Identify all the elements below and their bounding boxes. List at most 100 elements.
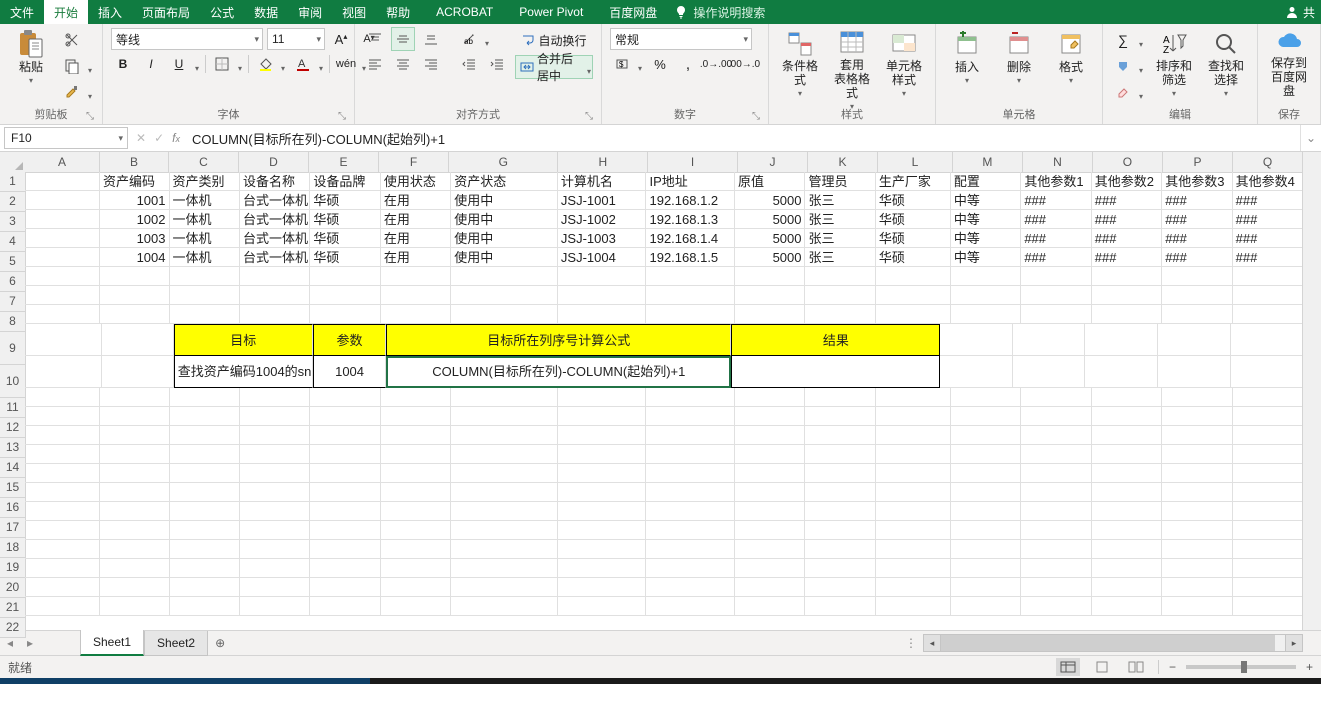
cell[interactable] bbox=[735, 502, 805, 521]
save-baidu-button[interactable]: 保存到 百度网盘 bbox=[1266, 28, 1312, 98]
enter-formula-button[interactable]: ✓ bbox=[154, 131, 164, 145]
copy-button[interactable] bbox=[60, 54, 94, 78]
cell[interactable] bbox=[1233, 445, 1303, 464]
cell[interactable] bbox=[451, 521, 558, 540]
cell[interactable] bbox=[25, 407, 100, 426]
cell[interactable] bbox=[805, 521, 875, 540]
sheet-tab-1[interactable]: Sheet1 bbox=[80, 630, 144, 656]
cell[interactable] bbox=[1092, 483, 1162, 502]
cell[interactable]: 资产状态 bbox=[451, 172, 558, 191]
cell[interactable] bbox=[1162, 286, 1232, 305]
cell[interactable] bbox=[240, 407, 310, 426]
row-header-20[interactable]: 20 bbox=[0, 578, 25, 598]
cell[interactable] bbox=[558, 445, 647, 464]
cell[interactable]: ### bbox=[1233, 248, 1303, 267]
cell[interactable] bbox=[805, 597, 875, 616]
cell[interactable] bbox=[170, 388, 240, 407]
cell[interactable] bbox=[381, 445, 451, 464]
cell[interactable] bbox=[100, 426, 170, 445]
cell[interactable] bbox=[735, 388, 805, 407]
cell[interactable] bbox=[25, 388, 100, 407]
row-headers[interactable]: 12345678910111213141516171819202122 bbox=[0, 172, 26, 638]
cell[interactable] bbox=[735, 305, 805, 324]
cell[interactable] bbox=[100, 483, 170, 502]
cell[interactable] bbox=[1233, 483, 1303, 502]
cell[interactable] bbox=[876, 559, 951, 578]
cell[interactable] bbox=[735, 521, 805, 540]
cell[interactable] bbox=[1162, 305, 1232, 324]
col-header-O[interactable]: O bbox=[1093, 152, 1163, 172]
cell[interactable] bbox=[951, 286, 1021, 305]
cell[interactable] bbox=[1021, 267, 1091, 286]
cell[interactable]: 一体机 bbox=[170, 248, 240, 267]
cell[interactable]: IP地址 bbox=[646, 172, 735, 191]
share-label[interactable]: 共 bbox=[1303, 4, 1315, 21]
tab-file[interactable]: 文件 bbox=[0, 0, 44, 24]
cell[interactable] bbox=[240, 445, 310, 464]
page-break-view-button[interactable] bbox=[1124, 658, 1148, 676]
cell[interactable]: 中等 bbox=[951, 210, 1021, 229]
tab-scroll-left[interactable]: ◂ bbox=[7, 636, 13, 650]
cell[interactable] bbox=[170, 483, 240, 502]
cell[interactable] bbox=[170, 407, 240, 426]
cell[interactable] bbox=[558, 286, 647, 305]
tab-data[interactable]: 数据 bbox=[244, 0, 288, 24]
row-header-11[interactable]: 11 bbox=[0, 398, 25, 418]
tab-formulas[interactable]: 公式 bbox=[200, 0, 244, 24]
cell[interactable] bbox=[876, 521, 951, 540]
cell[interactable]: 资产编码 bbox=[100, 172, 170, 191]
cell[interactable] bbox=[451, 597, 558, 616]
borders-button[interactable] bbox=[210, 52, 244, 76]
cell[interactable]: 1003 bbox=[100, 229, 170, 248]
row-header-1[interactable]: 1 bbox=[0, 172, 25, 192]
cell[interactable] bbox=[951, 502, 1021, 521]
cell[interactable]: 华硕 bbox=[310, 248, 380, 267]
cell[interactable] bbox=[381, 540, 451, 559]
cell[interactable] bbox=[310, 426, 380, 445]
row-header-12[interactable]: 12 bbox=[0, 418, 25, 438]
col-header-B[interactable]: B bbox=[100, 152, 169, 172]
cell[interactable] bbox=[646, 597, 735, 616]
cell[interactable]: 参数 bbox=[313, 324, 387, 356]
cell[interactable] bbox=[381, 597, 451, 616]
decrease-indent-button[interactable] bbox=[457, 52, 481, 76]
cell[interactable] bbox=[646, 483, 735, 502]
cell[interactable]: 查找资产编码1004的sn bbox=[174, 356, 313, 388]
hscroll-right[interactable]: ▸ bbox=[1285, 634, 1303, 652]
cell[interactable]: 设备品牌 bbox=[310, 172, 380, 191]
cell[interactable]: 中等 bbox=[951, 248, 1021, 267]
cell[interactable] bbox=[951, 426, 1021, 445]
cell[interactable]: 5000 bbox=[735, 191, 805, 210]
cell[interactable] bbox=[310, 521, 380, 540]
cell[interactable] bbox=[876, 483, 951, 502]
cell[interactable] bbox=[451, 559, 558, 578]
cell[interactable] bbox=[1013, 324, 1086, 356]
cell[interactable] bbox=[170, 464, 240, 483]
cell[interactable] bbox=[558, 483, 647, 502]
cell[interactable] bbox=[240, 502, 310, 521]
cell[interactable] bbox=[240, 305, 310, 324]
format-as-table-button[interactable]: 套用 表格格式▾ bbox=[829, 28, 875, 98]
cell[interactable] bbox=[310, 267, 380, 286]
cell[interactable] bbox=[951, 305, 1021, 324]
cell[interactable] bbox=[646, 502, 735, 521]
row-header-13[interactable]: 13 bbox=[0, 438, 25, 458]
insert-function-button[interactable]: fx bbox=[172, 131, 180, 145]
cell[interactable]: 其他参数4 bbox=[1233, 172, 1303, 191]
cell[interactable]: JSJ-1004 bbox=[558, 248, 647, 267]
cell[interactable]: 使用中 bbox=[451, 210, 558, 229]
cell[interactable] bbox=[170, 445, 240, 464]
italic-button[interactable]: I bbox=[139, 52, 163, 76]
cell[interactable]: ### bbox=[1233, 191, 1303, 210]
tell-me[interactable]: 操作说明搜索 bbox=[675, 0, 765, 24]
cell[interactable] bbox=[876, 426, 951, 445]
cell[interactable]: 设备名称 bbox=[240, 172, 310, 191]
cell[interactable] bbox=[876, 407, 951, 426]
cell[interactable] bbox=[240, 464, 310, 483]
cell[interactable] bbox=[170, 540, 240, 559]
cell[interactable] bbox=[1021, 597, 1091, 616]
clipboard-launcher[interactable]: ⤡ bbox=[86, 111, 94, 122]
cell[interactable] bbox=[1092, 578, 1162, 597]
tab-baidu-drive[interactable]: 百度网盘 bbox=[599, 0, 667, 24]
cell[interactable] bbox=[940, 324, 1013, 356]
